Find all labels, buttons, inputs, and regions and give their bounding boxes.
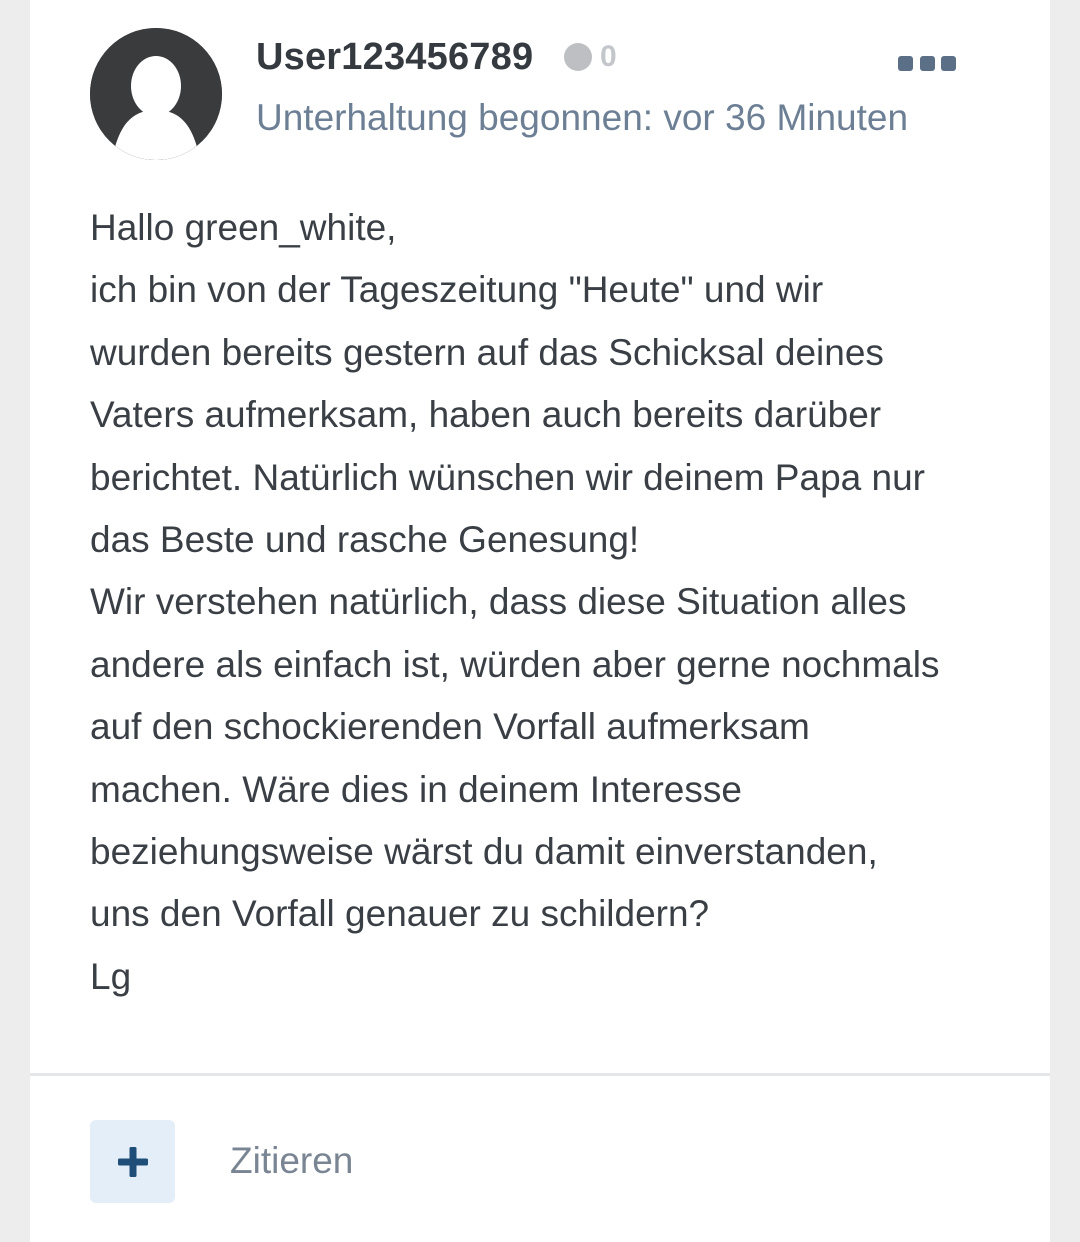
message-line: machen. Wäre dies in deinem Interesse bbox=[90, 768, 742, 810]
add-button[interactable] bbox=[90, 1120, 175, 1203]
status-dot-icon bbox=[564, 43, 592, 71]
more-horizontal-icon bbox=[919, 55, 935, 71]
avatar[interactable] bbox=[90, 28, 222, 160]
more-horizontal-icon bbox=[898, 55, 913, 71]
plus-icon bbox=[117, 1146, 148, 1177]
message-line: Lg bbox=[90, 955, 132, 997]
message-line: ich bin von der Tageszeitung "Heute" und… bbox=[90, 269, 824, 311]
quote-button[interactable]: Zitieren bbox=[230, 1137, 353, 1185]
message-line: auf den schockierenden Vorfall aufmerksa… bbox=[90, 706, 810, 748]
divider bbox=[30, 1073, 1050, 1076]
default-user-avatar-icon bbox=[90, 28, 222, 160]
message-line: das Beste und rasche Genesung! bbox=[90, 519, 640, 561]
message-line: Wir verstehen natürlich, dass diese Situ… bbox=[90, 581, 907, 623]
message-line: wurden bereits gestern auf das Schicksal… bbox=[90, 331, 884, 373]
message-line: beziehungsweise wärst du damit einversta… bbox=[90, 831, 878, 873]
message-line: Vaters aufmerksam, haben auch bereits da… bbox=[90, 394, 882, 436]
post-card: User123456789 0 Unterhaltung begonnen: v… bbox=[30, 0, 1050, 1242]
username[interactable]: User123456789 bbox=[256, 34, 533, 80]
conversation-meta: Unterhaltung begonnen: vor 36 Minuten bbox=[256, 97, 909, 138]
more-options-button[interactable] bbox=[898, 52, 956, 74]
message-line: Hallo green_white, bbox=[90, 207, 397, 248]
message-line: berichtet. Natürlich wünschen wir deinem… bbox=[90, 456, 925, 498]
reaction-count: 0 bbox=[600, 40, 617, 73]
message-line: uns den Vorfall genauer zu schildern? bbox=[90, 893, 710, 935]
message-line: andere als einfach ist, würden aber gern… bbox=[90, 643, 940, 685]
message-body: Hallo green_white, ich bin von der Tages… bbox=[90, 197, 1010, 1008]
more-horizontal-icon bbox=[941, 55, 956, 71]
status-indicator: 0 bbox=[564, 40, 617, 74]
